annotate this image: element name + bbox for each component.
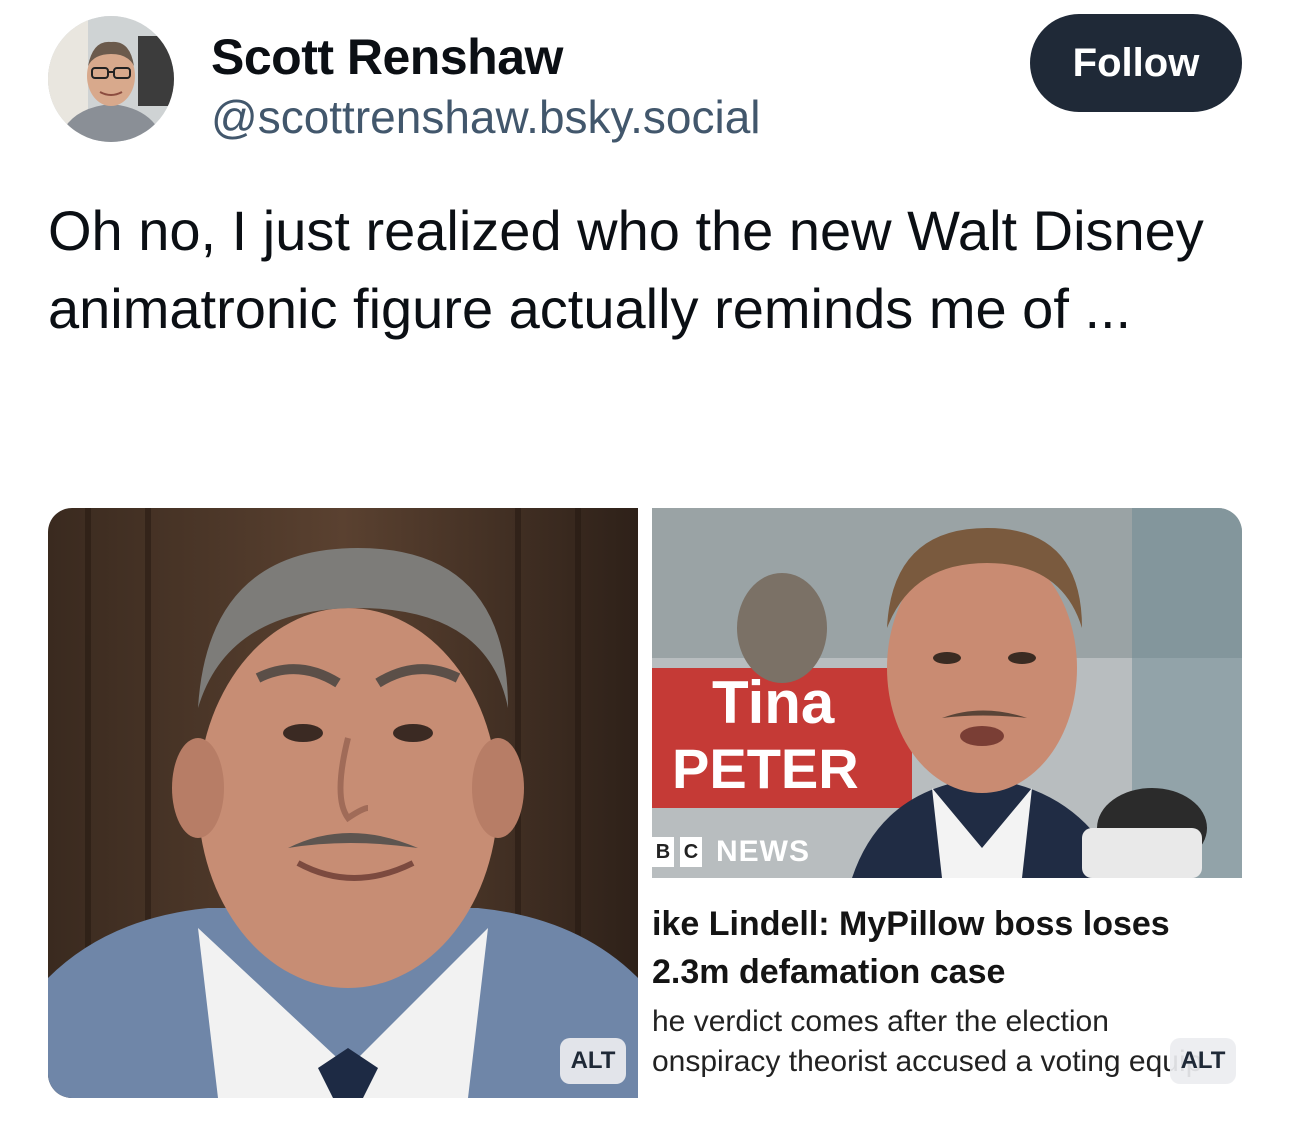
sign-text-peter: PETER	[672, 737, 859, 800]
image-gallery: ALT Tina PETER B C NEWS ike Lindell: MyP…	[48, 508, 1242, 1098]
news-headline: ike Lindell: MyPillow boss loses 2.3m de…	[652, 900, 1242, 996]
post-text: Oh no, I just realized who the new Walt …	[48, 199, 1204, 340]
news-logo-box-2: C	[680, 837, 702, 867]
follow-button[interactable]: Follow	[1030, 14, 1242, 112]
author-handle[interactable]: @scottrenshaw.bsky.social	[211, 90, 761, 144]
news-brand-bar: B C NEWS	[652, 830, 810, 874]
headline-line-1: ike Lindell: MyPillow boss loses	[652, 905, 1170, 943]
headline-line-2: 2.3m defamation case	[652, 953, 1006, 991]
image-walt-disney-animatronic[interactable]: ALT	[48, 508, 638, 1098]
summary-line-1: he verdict comes after the election	[652, 1005, 1109, 1038]
avatar[interactable]	[48, 16, 174, 142]
news-brand-label: NEWS	[716, 835, 810, 868]
news-summary: he verdict comes after the election onsp…	[652, 1002, 1242, 1082]
lindell-news-photo: Tina PETER	[652, 508, 1242, 878]
avatar-image	[48, 16, 174, 142]
summary-line-2: onspiracy theorist accused a voting equi…	[652, 1045, 1203, 1078]
image-news-screenshot[interactable]: Tina PETER B C NEWS ike Lindell: MyPillo…	[652, 508, 1242, 1098]
author-display-name[interactable]: Scott Renshaw	[211, 28, 563, 86]
post-header: Scott Renshaw @scottrenshaw.bsky.social …	[48, 14, 1242, 144]
animatronic-photo	[48, 508, 638, 1098]
alt-badge-left[interactable]: ALT	[560, 1038, 626, 1084]
news-logo-box-1: B	[652, 837, 674, 867]
alt-badge-right[interactable]: ALT	[1170, 1038, 1236, 1084]
